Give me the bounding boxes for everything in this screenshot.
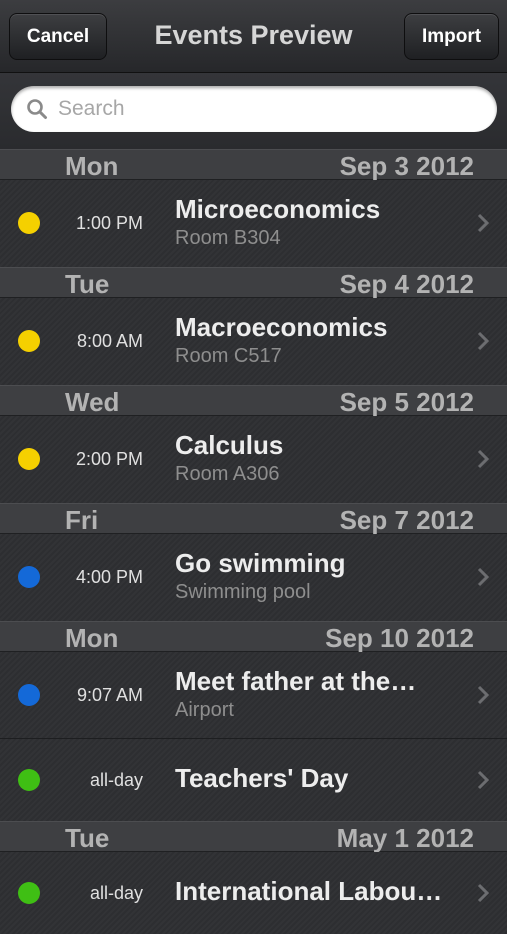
section-day: Mon bbox=[65, 623, 119, 653]
section-header: Tue Sep 4 2012 bbox=[0, 267, 507, 299]
event-title: Calculus bbox=[175, 430, 284, 460]
chevron-right-icon bbox=[477, 883, 489, 903]
event-location: Room C517 bbox=[175, 345, 282, 367]
chevron-right-icon bbox=[477, 770, 489, 790]
event-time: 8:00 AM bbox=[76, 331, 143, 351]
event-title: Microeconomics bbox=[175, 194, 381, 224]
search-field[interactable] bbox=[11, 86, 497, 132]
event-time: 4:00 PM bbox=[75, 567, 143, 587]
event-location: Swimming pool bbox=[175, 581, 311, 603]
search-input[interactable] bbox=[58, 97, 458, 121]
event-row[interactable]: 9:07 AM Meet father at the… Airport bbox=[0, 652, 507, 739]
import-button[interactable]: Import bbox=[404, 13, 499, 60]
event-title: International Labou… bbox=[175, 876, 443, 906]
section-day: Tue bbox=[65, 823, 110, 853]
event-location: Room B304 bbox=[175, 227, 281, 249]
event-title: Meet father at the… bbox=[175, 666, 417, 696]
section-day: Wed bbox=[65, 387, 120, 417]
event-time: all-day bbox=[89, 883, 143, 903]
section-date: Sep 4 2012 bbox=[339, 269, 474, 299]
navigation-bar: Cancel Events Preview Import bbox=[0, 0, 507, 73]
event-row[interactable]: 2:00 PM Calculus Room A306 bbox=[0, 416, 507, 503]
calendar-color-dot bbox=[18, 330, 40, 352]
chevron-right-icon bbox=[477, 685, 489, 705]
section-date: May 1 2012 bbox=[336, 823, 474, 853]
event-title: Teachers' Day bbox=[175, 763, 349, 793]
search-icon bbox=[27, 99, 47, 119]
chevron-right-icon bbox=[477, 449, 489, 469]
event-location: Room A306 bbox=[175, 463, 280, 485]
calendar-color-dot bbox=[18, 684, 40, 706]
section-header: Wed Sep 5 2012 bbox=[0, 385, 507, 417]
section-header: Tue May 1 2012 bbox=[0, 821, 507, 853]
section-day: Tue bbox=[65, 269, 110, 299]
section-header: Mon Sep 3 2012 bbox=[0, 149, 507, 181]
calendar-color-dot bbox=[18, 882, 40, 904]
section-day: Mon bbox=[65, 151, 119, 181]
section-day: Fri bbox=[65, 505, 99, 535]
chevron-right-icon bbox=[477, 567, 489, 587]
calendar-color-dot bbox=[18, 769, 40, 791]
search-bar bbox=[0, 73, 507, 149]
chevron-right-icon bbox=[477, 213, 489, 233]
event-time: 1:00 PM bbox=[75, 213, 143, 233]
section-header: Mon Sep 10 2012 bbox=[0, 621, 507, 653]
event-time: 9:07 AM bbox=[76, 685, 143, 705]
events-list: Mon Sep 3 2012 1:00 PM Microeconomics Ro… bbox=[0, 149, 507, 934]
calendar-color-dot bbox=[18, 448, 40, 470]
section-header: Fri Sep 7 2012 bbox=[0, 503, 507, 535]
event-title: Macroeconomics bbox=[175, 312, 388, 342]
event-row[interactable]: 8:00 AM Macroeconomics Room C517 bbox=[0, 298, 507, 385]
section-date: Sep 3 2012 bbox=[339, 151, 474, 181]
event-row[interactable]: all-day Teachers' Day bbox=[0, 739, 507, 821]
event-row[interactable]: 4:00 PM Go swimming Swimming pool bbox=[0, 534, 507, 621]
chevron-right-icon bbox=[477, 331, 489, 351]
calendar-color-dot bbox=[18, 566, 40, 588]
event-title: Go swimming bbox=[175, 548, 346, 578]
event-time: all-day bbox=[89, 770, 143, 790]
section-date: Sep 5 2012 bbox=[339, 387, 474, 417]
section-date: Sep 7 2012 bbox=[339, 505, 474, 535]
event-time: 2:00 PM bbox=[75, 449, 143, 469]
event-location: Airport bbox=[175, 699, 234, 721]
event-row[interactable]: 1:00 PM Microeconomics Room B304 bbox=[0, 180, 507, 267]
section-date: Sep 10 2012 bbox=[325, 623, 474, 653]
event-row[interactable]: all-day International Labou… bbox=[0, 852, 507, 934]
calendar-color-dot bbox=[18, 212, 40, 234]
